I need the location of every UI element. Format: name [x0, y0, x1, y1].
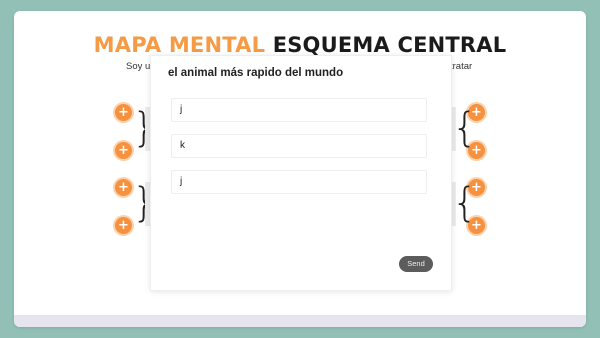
title-highlight: MAPA MENTAL [93, 33, 266, 57]
answer-field[interactable]: k [171, 134, 427, 158]
subtitle-left-fragment: Soy u [126, 61, 151, 72]
page-title: MAPA MENTAL ESQUEMA CENTRAL [14, 33, 586, 57]
add-node-icon[interactable]: + [115, 142, 132, 159]
add-node-icon[interactable]: + [115, 179, 132, 196]
question-modal: el animal más rapido del mundo j k j Sen… [150, 55, 452, 291]
send-button[interactable]: Send [399, 256, 433, 272]
answer-field[interactable]: j [171, 170, 427, 194]
add-node-icon[interactable]: + [115, 217, 132, 234]
subtitle-right-fragment: tratar [450, 61, 473, 72]
card-footer [14, 315, 586, 327]
question-title: el animal más rapido del mundo [168, 67, 344, 79]
title-main: ESQUEMA CENTRAL [272, 33, 507, 57]
answer-field[interactable]: j [171, 98, 427, 122]
add-node-icon[interactable]: + [115, 104, 132, 121]
